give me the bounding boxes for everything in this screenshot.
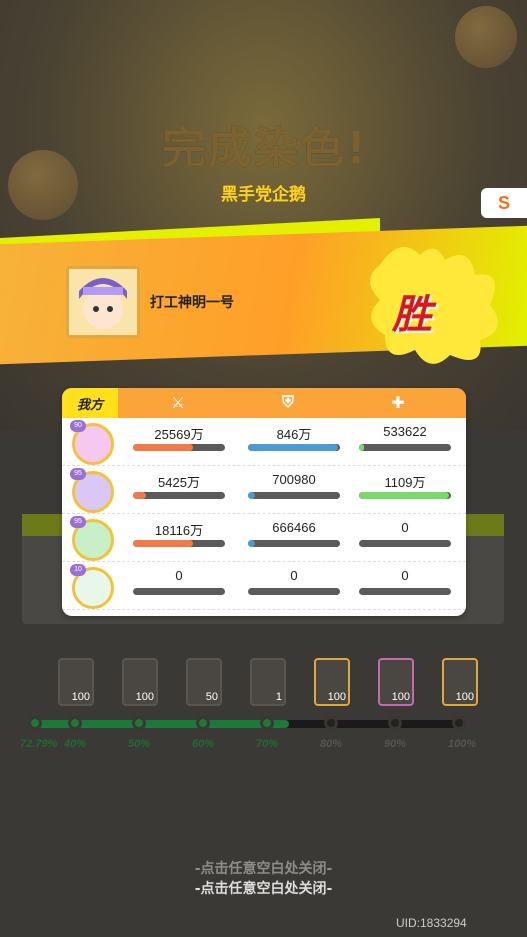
uid-label: UID:1833294 [396, 916, 467, 930]
battle-stats-card: 我方 ⚔ ⛨ ✚ 90 25569万 846万 533622 95 5425万 700980… [62, 388, 466, 616]
milestone-node [452, 716, 466, 730]
stats-row: 95 18116万 666466 0 [62, 514, 466, 562]
defense-bar [248, 588, 340, 595]
defense-bar [248, 444, 340, 451]
heal-bar-fill [359, 444, 364, 451]
reward-item-count: 100 [135, 691, 154, 703]
reward-item[interactable]: 100 [314, 658, 350, 706]
defense-icon: ⛨ [281, 394, 294, 411]
heal-bar-fill [359, 492, 450, 499]
milestone-label: 70% [256, 738, 279, 750]
side-tab-icon: S [497, 192, 510, 213]
side-tab-button[interactable]: S [481, 188, 527, 218]
hero-level-badge: 90 [70, 420, 86, 432]
hero-level-badge: 10 [70, 564, 86, 576]
reward-item[interactable]: 50 [186, 658, 222, 706]
team-name: 黑手党企鹅 [221, 185, 306, 205]
damage-bar-fill [133, 492, 146, 499]
paint-splash-decoration [370, 247, 498, 364]
defense-value: 846万 [276, 427, 312, 442]
heal-value: 0 [401, 520, 409, 535]
damage-value: 25569万 [154, 427, 204, 442]
stats-row: 95 5425万 700980 1109万 [62, 466, 466, 514]
heal-icon: ✚ [391, 395, 405, 412]
heal-value: 0 [401, 568, 409, 583]
reward-item-count: 1 [275, 691, 282, 703]
heal-bar [359, 588, 451, 595]
reward-item[interactable]: 100 [378, 658, 414, 706]
milestone-label: 80% [320, 738, 343, 750]
damage-bar [133, 444, 225, 451]
my-side-label: 我方 [62, 388, 118, 418]
damage-bar [133, 588, 225, 595]
stats-row: 90 25569万 846万 533622 [62, 418, 466, 466]
defense-value: 700980 [272, 472, 316, 487]
reward-item-count: 100 [455, 691, 474, 703]
defense-bar [248, 492, 340, 499]
reward-items: 100 100 50 1 100 100 100 [58, 658, 488, 708]
reward-item[interactable]: 100 [442, 658, 478, 706]
progress-start-node [28, 716, 42, 730]
heal-value: 533622 [383, 424, 427, 439]
heal-value: 1109万 [384, 475, 426, 490]
milestone-label: 100% [448, 738, 477, 750]
damage-value: 18116万 [154, 523, 204, 538]
close-hint[interactable]: -点击任意空白处关闭- [0, 858, 527, 878]
milestone-node [388, 716, 402, 730]
defense-bar [248, 540, 340, 547]
hero-level-badge: 95 [70, 516, 86, 528]
damage-bar [133, 492, 225, 499]
milestone-label: 50% [128, 738, 151, 750]
reward-item-count: 100 [71, 691, 90, 703]
reward-item-count: 100 [327, 691, 346, 703]
damage-bar-fill [133, 444, 193, 451]
damage-bar [133, 540, 225, 547]
defense-bar-fill [248, 492, 256, 499]
stats-header: 我方 ⚔ ⛨ ✚ [62, 388, 466, 418]
player-name: 打工神明一号 [150, 295, 234, 311]
heal-bar [359, 444, 451, 451]
current-progress-label: 72.79% [20, 738, 58, 750]
milestone-label: 90% [384, 738, 407, 750]
milestone-node [196, 716, 210, 730]
defense-value: 0 [290, 568, 298, 583]
hero-level-badge: 95 [70, 468, 86, 480]
milestone-label: 40% [64, 738, 87, 750]
reward-item[interactable]: 100 [122, 658, 158, 706]
defense-value: 666466 [272, 520, 316, 535]
damage-bar-fill [133, 540, 193, 547]
milestone-node [68, 716, 82, 730]
milestone-label: 60% [192, 738, 215, 750]
reward-item-count: 50 [205, 691, 218, 703]
milestone-node [260, 716, 274, 730]
milestone-node [132, 716, 146, 730]
heal-bar [359, 492, 451, 499]
damage-value: 0 [175, 568, 183, 583]
defense-bar-fill [248, 444, 339, 451]
player-avatar [66, 266, 140, 338]
reward-item[interactable]: 1 [250, 658, 286, 706]
milestone-node [324, 716, 338, 730]
completion-title: 完成染色! [161, 123, 369, 174]
reward-item-count: 100 [391, 691, 410, 703]
close-hint[interactable]: -点击任意空白处关闭- [0, 878, 527, 898]
defense-bar-fill [248, 540, 256, 547]
reward-item[interactable]: 100 [58, 658, 94, 706]
damage-value: 5425万 [158, 475, 200, 490]
stats-row: 10 0 0 0 [62, 562, 466, 610]
attack-icon: ⚔ [170, 395, 186, 412]
result-label: 胜 [392, 292, 432, 338]
planet-decoration [455, 6, 517, 68]
heal-bar [359, 540, 451, 547]
